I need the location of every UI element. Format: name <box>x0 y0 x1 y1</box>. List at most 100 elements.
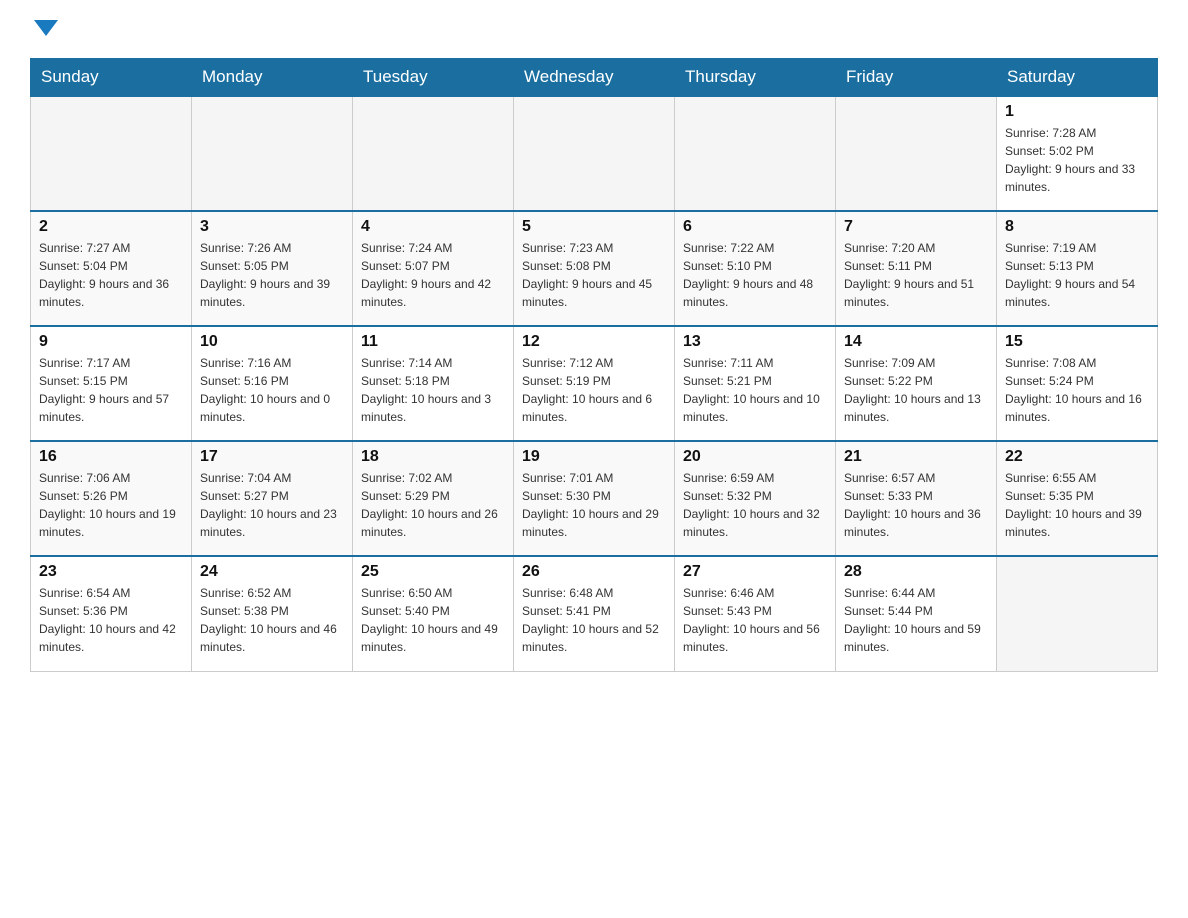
day-number: 23 <box>39 563 183 581</box>
day-number: 25 <box>361 563 505 581</box>
day-header-tuesday: Tuesday <box>353 59 514 97</box>
day-number: 11 <box>361 333 505 351</box>
calendar-cell <box>353 96 514 211</box>
calendar-cell <box>514 96 675 211</box>
day-info: Daylight: 9 hours and 45 minutes. <box>522 275 666 311</box>
calendar-cell: 19Sunrise: 7:01 AMSunset: 5:30 PMDayligh… <box>514 441 675 556</box>
calendar-cell: 4Sunrise: 7:24 AMSunset: 5:07 PMDaylight… <box>353 211 514 326</box>
day-info: Sunset: 5:07 PM <box>361 257 505 275</box>
day-number: 20 <box>683 448 827 466</box>
day-number: 17 <box>200 448 344 466</box>
day-info: Daylight: 10 hours and 56 minutes. <box>683 620 827 656</box>
day-info: Sunrise: 7:22 AM <box>683 239 827 257</box>
day-info: Sunrise: 7:26 AM <box>200 239 344 257</box>
day-info: Sunrise: 6:48 AM <box>522 584 666 602</box>
week-row-2: 2Sunrise: 7:27 AMSunset: 5:04 PMDaylight… <box>31 211 1158 326</box>
day-info: Daylight: 10 hours and 3 minutes. <box>361 390 505 426</box>
day-info: Sunrise: 7:09 AM <box>844 354 988 372</box>
day-info: Sunset: 5:38 PM <box>200 602 344 620</box>
day-info: Sunrise: 6:50 AM <box>361 584 505 602</box>
day-number: 19 <box>522 448 666 466</box>
day-info: Sunset: 5:35 PM <box>1005 487 1149 505</box>
day-info: Sunset: 5:44 PM <box>844 602 988 620</box>
day-number: 13 <box>683 333 827 351</box>
day-number: 2 <box>39 218 183 236</box>
day-info: Sunrise: 7:14 AM <box>361 354 505 372</box>
day-info: Sunrise: 6:46 AM <box>683 584 827 602</box>
calendar-cell: 11 Sunrise: 7:14 AMSunset: 5:18 PMDayligh… <box>353 326 514 441</box>
day-number: 24 <box>200 563 344 581</box>
day-info: Daylight: 10 hours and 26 minutes. <box>361 505 505 541</box>
day-info: Sunrise: 6:57 AM <box>844 469 988 487</box>
day-number: 28 <box>844 563 988 581</box>
day-info: Daylight: 10 hours and 0 minutes. <box>200 390 344 426</box>
day-info: Daylight: 10 hours and 39 minutes. <box>1005 505 1149 541</box>
day-number: 8 <box>1005 218 1149 236</box>
day-info: Sunset: 5:10 PM <box>683 257 827 275</box>
day-number: 21 <box>844 448 988 466</box>
calendar-cell: 2 Sunrise: 7:27 AMSunset: 5:04 PMDaylight… <box>31 211 192 326</box>
day-info: Sunset: 5:04 PM <box>39 257 183 275</box>
day-info: Sunset: 5:43 PM <box>683 602 827 620</box>
calendar-cell: 12Sunrise: 7:12 AMSunset: 5:19 PMDayligh… <box>514 326 675 441</box>
day-number: 4 <box>361 218 505 236</box>
calendar-cell: 13Sunrise: 7:11 AMSunset: 5:21 PMDayligh… <box>675 326 836 441</box>
calendar-cell: 21 Sunrise: 6:57 AMSunset: 5:33 PMDayligh… <box>836 441 997 556</box>
day-info: Sunrise: 7:08 AM <box>1005 354 1149 372</box>
day-info: Sunrise: 7:12 AM <box>522 354 666 372</box>
page-header <box>30 20 1158 38</box>
calendar-cell: 23Sunrise: 6:54 AMSunset: 5:36 PMDayligh… <box>31 556 192 671</box>
day-number: 1 <box>1005 103 1149 121</box>
day-info: Sunset: 5:33 PM <box>844 487 988 505</box>
day-info: Sunset: 5:24 PM <box>1005 372 1149 390</box>
day-info: Sunset: 5:36 PM <box>39 602 183 620</box>
day-number: 16 <box>39 448 183 466</box>
day-info: Sunset: 5:05 PM <box>200 257 344 275</box>
calendar-cell: 17Sunrise: 7:04 AMSunset: 5:27 PMDayligh… <box>192 441 353 556</box>
day-info: Daylight: 10 hours and 32 minutes. <box>683 505 827 541</box>
calendar-cell: 7Sunrise: 7:20 AMSunset: 5:11 PMDaylight… <box>836 211 997 326</box>
day-info: Daylight: 9 hours and 36 minutes. <box>39 275 183 311</box>
day-info: Sunset: 5:13 PM <box>1005 257 1149 275</box>
day-info: Daylight: 10 hours and 49 minutes. <box>361 620 505 656</box>
calendar-cell: 5Sunrise: 7:23 AMSunset: 5:08 PMDaylight… <box>514 211 675 326</box>
calendar-cell: 8Sunrise: 7:19 AMSunset: 5:13 PMDaylight… <box>997 211 1158 326</box>
day-info: Sunset: 5:11 PM <box>844 257 988 275</box>
header-row: SundayMondayTuesdayWednesdayThursdayFrid… <box>31 59 1158 97</box>
day-info: Daylight: 10 hours and 59 minutes. <box>844 620 988 656</box>
day-info: Daylight: 10 hours and 19 minutes. <box>39 505 183 541</box>
day-info: Sunset: 5:18 PM <box>361 372 505 390</box>
day-number: 6 <box>683 218 827 236</box>
day-info: Sunrise: 7:27 AM <box>39 239 183 257</box>
day-info: Daylight: 9 hours and 57 minutes. <box>39 390 183 426</box>
day-number: 26 <box>522 563 666 581</box>
day-number: 10 <box>200 333 344 351</box>
calendar-cell: 16Sunrise: 7:06 AMSunset: 5:26 PMDayligh… <box>31 441 192 556</box>
day-info: Daylight: 10 hours and 36 minutes. <box>844 505 988 541</box>
calendar-cell: 9Sunrise: 7:17 AMSunset: 5:15 PMDaylight… <box>31 326 192 441</box>
calendar-cell: 6Sunrise: 7:22 AMSunset: 5:10 PMDaylight… <box>675 211 836 326</box>
day-info: Sunrise: 7:28 AM <box>1005 124 1149 142</box>
day-number: 22 <box>1005 448 1149 466</box>
calendar-cell: 22Sunrise: 6:55 AMSunset: 5:35 PMDayligh… <box>997 441 1158 556</box>
day-number: 14 <box>844 333 988 351</box>
day-info: Sunrise: 7:23 AM <box>522 239 666 257</box>
day-info: Daylight: 10 hours and 46 minutes. <box>200 620 344 656</box>
day-info: Sunrise: 6:44 AM <box>844 584 988 602</box>
day-info: Sunset: 5:30 PM <box>522 487 666 505</box>
calendar-cell <box>997 556 1158 671</box>
day-info: Sunrise: 7:24 AM <box>361 239 505 257</box>
day-info: Daylight: 9 hours and 51 minutes. <box>844 275 988 311</box>
day-info: Sunset: 5:21 PM <box>683 372 827 390</box>
calendar-cell: 10Sunrise: 7:16 AMSunset: 5:16 PMDayligh… <box>192 326 353 441</box>
day-number: 12 <box>522 333 666 351</box>
day-info: Daylight: 10 hours and 29 minutes. <box>522 505 666 541</box>
day-info: Sunset: 5:02 PM <box>1005 142 1149 160</box>
logo <box>30 20 58 38</box>
week-row-4: 16Sunrise: 7:06 AMSunset: 5:26 PMDayligh… <box>31 441 1158 556</box>
week-row-3: 9Sunrise: 7:17 AMSunset: 5:15 PMDaylight… <box>31 326 1158 441</box>
day-info: Sunset: 5:22 PM <box>844 372 988 390</box>
calendar-cell: 1Sunrise: 7:28 AMSunset: 5:02 PMDaylight… <box>997 96 1158 211</box>
day-info: Sunset: 5:27 PM <box>200 487 344 505</box>
calendar-cell: 24Sunrise: 6:52 AMSunset: 5:38 PMDayligh… <box>192 556 353 671</box>
